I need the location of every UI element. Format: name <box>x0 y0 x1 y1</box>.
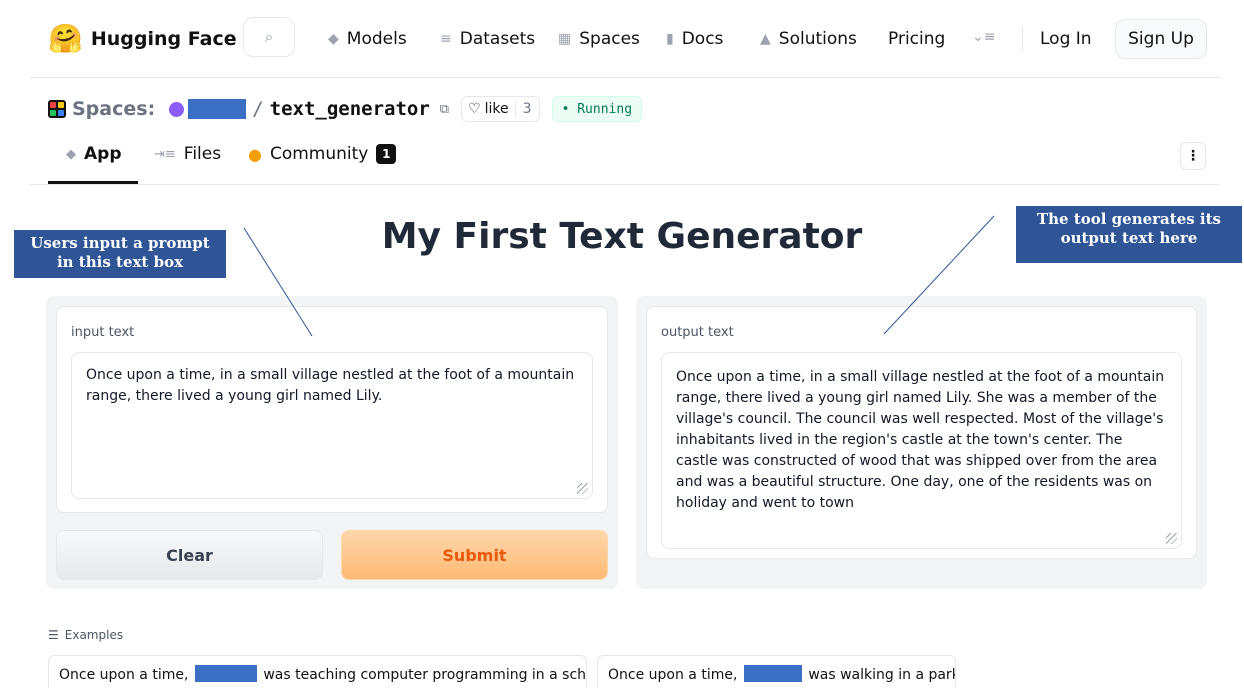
redacted-username <box>188 99 247 119</box>
examples-label: Examples <box>64 628 124 642</box>
spaces-logo-icon <box>48 100 66 118</box>
example-item[interactable]: Once upon a time, was walking in a park.… <box>597 655 956 688</box>
submit-button[interactable]: Submit <box>341 530 608 580</box>
list-icon: ☰ <box>48 628 59 642</box>
copy-icon[interactable]: ⧉ <box>440 102 449 117</box>
example-text-end: was walking in a park. He <box>808 667 955 683</box>
brand[interactable]: 🤗 Hugging Face <box>48 24 237 54</box>
output-block: output text Once upon a time, in a small… <box>646 306 1197 559</box>
example-text-end: was teaching computer programming in a s… <box>263 667 587 683</box>
nav-pricing-label: Pricing <box>888 29 946 49</box>
more-menu-icon: ⌄≡ <box>972 29 996 45</box>
example-text-start: Once upon a time, <box>59 667 189 683</box>
community-icon: ● <box>248 144 262 164</box>
input-block: input text Once upon a time, in a small … <box>56 306 608 513</box>
space-title: Spaces: / text_generator ⧉ ♡ like 3 • Run… <box>48 96 643 122</box>
status-badge: • Running <box>551 96 643 122</box>
app-icon: ◆ <box>66 146 76 162</box>
redacted-name <box>194 665 257 682</box>
like-label: like <box>484 101 509 117</box>
search-button[interactable]: ⌕ <box>243 17 295 57</box>
more-menu-button[interactable]: ⌄≡ <box>972 29 995 45</box>
input-panel: input text Once upon a time, in a small … <box>46 296 618 589</box>
resize-handle-icon[interactable] <box>577 483 588 494</box>
top-nav: 🤗 Hugging Face ⌕ ◆ Models ≡ Datasets ▦ S… <box>30 0 1220 78</box>
nav-solutions-label: Solutions <box>778 29 857 49</box>
repo-name[interactable]: text_generator <box>270 98 430 120</box>
nav-spaces-label: Spaces <box>579 29 640 49</box>
solutions-icon: ▲ <box>760 31 771 47</box>
nav-models[interactable]: ◆ Models <box>328 29 407 49</box>
nav-solutions[interactable]: ▲ Solutions <box>760 29 857 49</box>
docs-icon: ▮ <box>666 31 674 47</box>
brand-name: Hugging Face <box>90 28 237 50</box>
spaces-label: Spaces: <box>72 98 156 120</box>
examples-header: ☰ Examples <box>48 628 123 642</box>
search-icon: ⌕ <box>264 27 274 46</box>
space-header: Spaces: / text_generator ⧉ ♡ like 3 • Run… <box>30 78 1220 185</box>
clear-button[interactable]: Clear <box>56 530 323 580</box>
community-count-badge: 1 <box>376 144 397 164</box>
output-panel: output text Once upon a time, in a small… <box>636 296 1207 589</box>
spaces-icon: ▦ <box>558 31 572 47</box>
output-text: Once upon a time, in a small village nes… <box>676 369 1165 511</box>
nav-docs[interactable]: ▮ Docs <box>666 29 723 49</box>
nav-models-label: Models <box>346 29 407 49</box>
redacted-name <box>743 665 802 682</box>
tab-files[interactable]: ⇥≡ Files <box>154 144 221 164</box>
owner-avatar[interactable] <box>169 101 185 117</box>
tab-app-label: App <box>84 144 122 164</box>
annotation-input: Users input a prompt in this text box <box>14 230 226 278</box>
tab-community-label: Community <box>269 144 369 164</box>
annotation-output: The tool generates its output text here <box>1016 206 1242 263</box>
heart-icon: ♡ <box>468 101 481 117</box>
nav-datasets[interactable]: ≡ Datasets <box>440 29 535 49</box>
nav-pricing[interactable]: Pricing <box>888 29 945 49</box>
like-count: 3 <box>514 101 539 117</box>
login-link[interactable]: Log In <box>1040 29 1092 49</box>
hugging-face-logo-icon: 🤗 <box>48 22 83 55</box>
example-item[interactable]: Once upon a time, was teaching computer … <box>48 655 587 688</box>
nav-datasets-label: Datasets <box>459 29 536 49</box>
models-icon: ◆ <box>328 31 339 47</box>
tab-app[interactable]: ◆ App <box>66 144 122 164</box>
datasets-icon: ≡ <box>440 31 452 47</box>
path-separator: / <box>252 98 264 120</box>
nav-spaces[interactable]: ▦ Spaces <box>558 29 640 49</box>
tab-files-label: Files <box>183 144 222 164</box>
input-textarea[interactable]: Once upon a time, in a small village nes… <box>71 352 593 499</box>
kebab-icon: ⋮ <box>1186 148 1200 164</box>
more-options-button[interactable]: ⋮ <box>1180 142 1206 170</box>
input-label: input text <box>71 325 135 340</box>
input-text: Once upon a time, in a small village nes… <box>86 367 575 404</box>
signup-button[interactable]: Sign Up <box>1115 19 1207 59</box>
output-textarea[interactable]: Once upon a time, in a small village nes… <box>661 352 1182 549</box>
like-button[interactable]: ♡ like 3 <box>461 96 540 122</box>
nav-divider <box>1022 26 1023 52</box>
resize-handle-icon[interactable] <box>1166 533 1177 544</box>
tab-community[interactable]: ● Community 1 <box>248 144 397 164</box>
nav-docs-label: Docs <box>681 29 724 49</box>
example-text-start: Once upon a time, <box>608 667 738 683</box>
output-label: output text <box>661 325 734 340</box>
active-tab-indicator <box>48 181 138 184</box>
files-icon: ⇥≡ <box>154 146 176 162</box>
